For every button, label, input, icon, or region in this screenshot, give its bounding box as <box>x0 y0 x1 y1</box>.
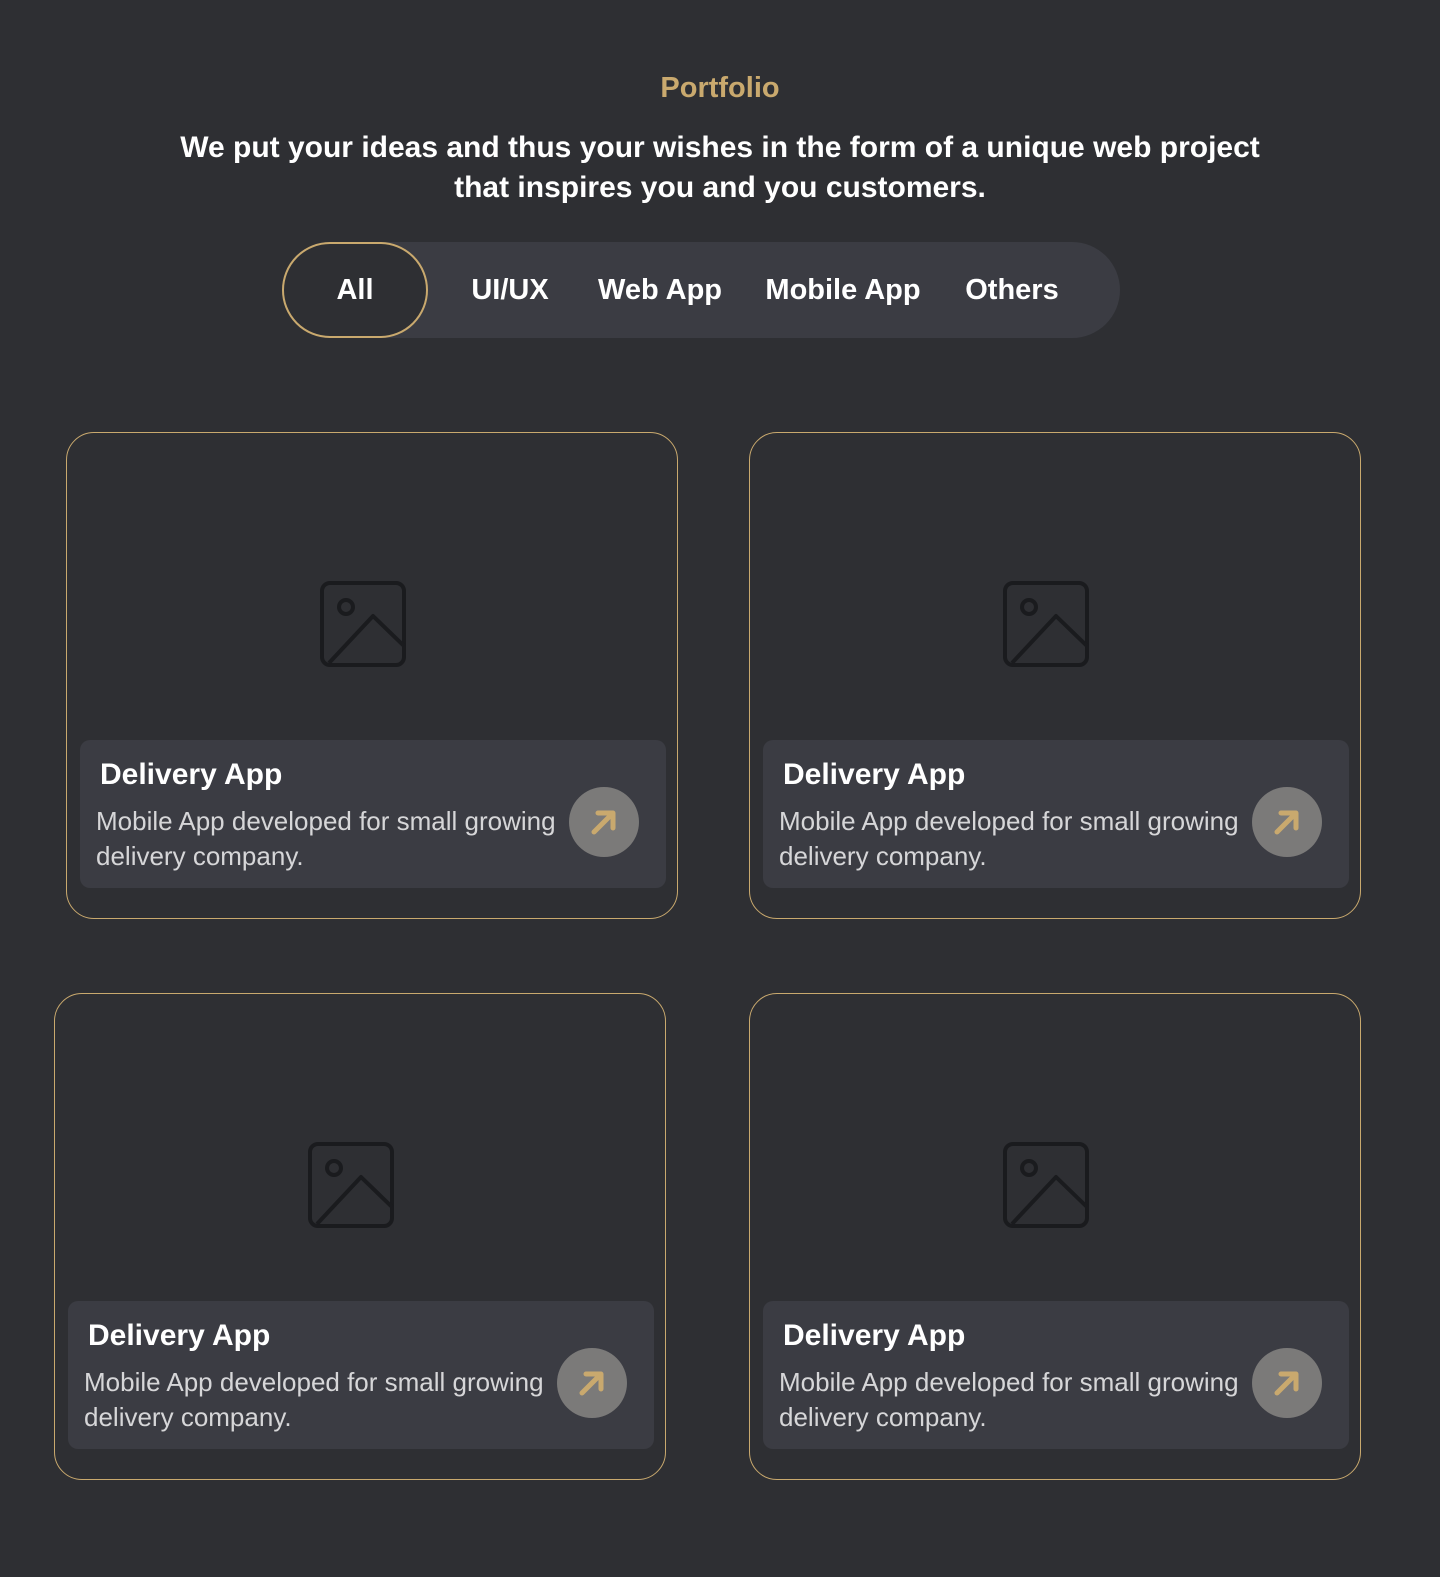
arrow-up-right-icon <box>591 810 616 835</box>
open-project-button[interactable] <box>1252 787 1322 857</box>
project-info-panel: Delivery App Mobile App developed for sm… <box>80 740 666 888</box>
image-placeholder-icon <box>319 580 407 668</box>
tab-all[interactable]: All <box>282 242 428 338</box>
tab-mobile-app[interactable]: Mobile App <box>758 242 928 338</box>
open-project-button[interactable] <box>569 787 639 857</box>
project-card[interactable]: Delivery App Mobile App developed for sm… <box>749 993 1361 1480</box>
project-title: Delivery App <box>783 1319 966 1352</box>
section-heading: We put your ideas and thus your wishes i… <box>180 131 1260 204</box>
project-title: Delivery App <box>100 758 283 791</box>
tab-ui-ux[interactable]: UI/UX <box>458 242 562 338</box>
project-description: Mobile App developed for small growing d… <box>96 806 556 871</box>
project-info-panel: Delivery App Mobile App developed for sm… <box>763 740 1349 888</box>
arrow-up-right-icon <box>1274 1371 1299 1396</box>
project-card[interactable]: Delivery App Mobile App developed for sm… <box>66 432 678 919</box>
portfolio-filter-tabs: All UI/UX Web App Mobile App Others <box>282 242 1120 338</box>
image-placeholder-icon <box>307 1141 395 1229</box>
project-info-panel: Delivery App Mobile App developed for sm… <box>68 1301 654 1449</box>
tab-others[interactable]: Others <box>958 242 1066 338</box>
image-placeholder-icon <box>1002 580 1090 668</box>
open-project-button[interactable] <box>557 1348 627 1418</box>
project-description: Mobile App developed for small growing d… <box>84 1367 544 1432</box>
arrow-up-right-icon <box>579 1371 604 1396</box>
project-card[interactable]: Delivery App Mobile App developed for sm… <box>749 432 1361 919</box>
project-description: Mobile App developed for small growing d… <box>779 1367 1239 1432</box>
section-label: Portfolio <box>660 72 780 104</box>
tab-web-app[interactable]: Web App <box>592 242 728 338</box>
image-placeholder-icon <box>1002 1141 1090 1229</box>
open-project-button[interactable] <box>1252 1348 1322 1418</box>
project-description: Mobile App developed for small growing d… <box>779 806 1239 871</box>
project-info-panel: Delivery App Mobile App developed for sm… <box>763 1301 1349 1449</box>
project-title: Delivery App <box>88 1319 271 1352</box>
project-title: Delivery App <box>783 758 966 791</box>
arrow-up-right-icon <box>1274 810 1299 835</box>
project-card[interactable]: Delivery App Mobile App developed for sm… <box>54 993 666 1480</box>
